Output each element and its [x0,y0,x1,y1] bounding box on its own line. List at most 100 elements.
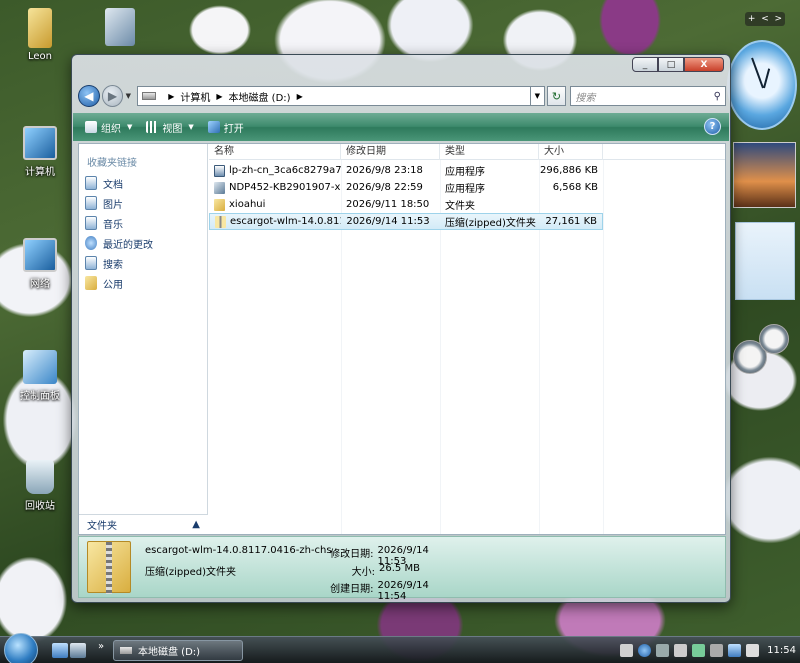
chevron-up-icon: ▲ [192,519,200,530]
switch-windows-icon[interactable] [70,643,86,658]
maximize-button[interactable]: □ [658,57,684,72]
file-name: NDP452-KB2901907-x8... [229,182,341,193]
views-icon [146,121,159,133]
open-button[interactable]: 打开 [207,120,244,135]
desktop-icon-shortcut[interactable] [92,8,148,49]
clock-gadget[interactable] [727,40,797,130]
taskbar-window-label: 本地磁盘 (D:) [138,647,201,658]
file-row[interactable]: xioahui 2026/9/11 18:50 文件夹 [209,196,603,213]
file-size: 296,886 KB [540,165,598,176]
desktop-icon-label: 网络 [30,279,50,290]
language-bar-icon[interactable] [620,644,634,657]
network-status-icon[interactable] [728,644,742,657]
desktop-icon-control-panel[interactable]: 控制面板 [12,350,68,402]
breadcrumb-local-disk[interactable]: 本地磁盘 (D:) [229,89,291,104]
views-button[interactable]: 视图 ▼ [146,120,194,135]
caption-buttons: _ □ X [632,57,724,72]
sidebar-item-label: 图片 [103,199,123,211]
taskbar: » 本地磁盘 (D:) 11:54 [0,633,800,663]
details-size-row: 大小: 26.5 MB [309,563,459,578]
column-header-size[interactable]: 大小 [539,144,603,160]
search-icon[interactable]: ⚲ [714,91,721,102]
breadcrumb-separator-icon[interactable]: ▶ [216,92,222,101]
taskbar-window-local-disk[interactable]: 本地磁盘 (D:) [113,640,243,661]
close-button[interactable]: X [684,57,724,72]
desktop-icon-user-folder[interactable]: Leon [12,8,68,62]
sidebar-item-pictures[interactable]: 图片 [85,194,123,212]
previous-gadget-button[interactable]: < [761,14,769,24]
file-size: 27,161 KB [545,216,598,227]
open-label: 打开 [223,123,244,135]
volume-icon[interactable] [746,644,760,657]
start-button[interactable] [4,633,38,663]
sidebar-item-label: 搜索 [103,259,123,271]
music-icon [85,216,97,230]
file-date: 2026/9/11 18:50 [346,199,430,210]
input-method-icon[interactable] [674,644,688,657]
search-icon [85,256,97,270]
sidebar-item-music[interactable]: 音乐 [85,214,123,232]
help-button[interactable]: ? [704,118,721,135]
breadcrumb-separator-icon[interactable]: ▶ [297,92,303,101]
navigation-bar: ◀ ▶ ▼ ▶ 计算机 ▶ 本地磁盘 (D:) ▶ ▼ ↻ 搜索 ⚲ [78,83,726,109]
sidebar-item-documents[interactable]: 文档 [85,174,123,192]
memory-dial [759,324,789,354]
settings-icon[interactable] [656,644,670,657]
add-gadget-button[interactable]: + [748,14,756,24]
sidebar-item-public[interactable]: 公用 [85,274,123,292]
recent-pages-dropdown[interactable]: ▼ [123,92,133,100]
file-name-cell: lp-zh-cn_3ca6c8279a78... [209,164,341,177]
column-header-type[interactable]: 类型 [440,144,539,160]
explorer-window[interactable]: _ □ X ◀ ▶ ▼ ▶ 计算机 ▶ 本地磁盘 (D:) ▶ ▼ ↻ 搜索 ⚲… [71,54,731,603]
search-input[interactable]: 搜索 ⚲ [570,86,726,106]
file-type: 压缩(zipped)文件夹 [444,218,536,229]
minimize-button[interactable]: _ [632,57,658,72]
file-row-selected[interactable]: escargot-wlm-14.0.811... 2026/9/14 11:53… [209,213,603,230]
tray-app-icon[interactable] [692,644,706,657]
breadcrumb-separator-icon[interactable]: ▶ [168,92,174,101]
file-type: 应用程序 [445,184,485,195]
desktop-icon-label: Leon [27,51,52,62]
sidebar-item-recent-changes[interactable]: 最近的更改 [85,234,153,252]
chevron-down-icon: ▼ [127,123,133,131]
file-row[interactable]: lp-zh-cn_3ca6c8279a78... 2026/9/8 23:18 … [209,162,603,179]
desktop-icon-recycle-bin[interactable]: 回收站 [12,460,68,512]
file-type: 文件夹 [445,201,475,212]
desktop-icon-network[interactable]: 网络 [12,238,68,290]
recent-changes-icon [85,236,97,250]
forward-button[interactable]: ▶ [101,85,124,107]
user-folder-icon [28,8,52,48]
chevron-down-icon: ▼ [188,123,194,131]
file-date: 2026/9/14 11:53 [346,216,430,227]
organize-button[interactable]: 组织 ▼ [85,120,132,135]
sidebar-item-label: 公用 [103,279,123,291]
address-dropdown[interactable]: ▼ [530,86,545,106]
sidebar-item-label: 最近的更改 [103,239,153,251]
desktop-icon-label: 回收站 [25,501,55,512]
refresh-button[interactable]: ↻ [546,86,567,106]
next-gadget-button[interactable]: > [775,14,783,24]
file-date: 2026/9/8 23:18 [346,165,423,176]
column-header-date[interactable]: 修改日期 [341,144,440,160]
tray-clock[interactable]: 11:54 [767,645,796,656]
notes-gadget[interactable] [735,222,795,300]
file-row[interactable]: NDP452-KB2901907-x8... 2026/9/8 22:59 应用… [209,179,603,196]
details-created-row: 创建日期: 2026/9/14 11:54 [309,580,459,602]
tray-utility-icon[interactable] [710,644,724,657]
folders-toggle[interactable]: 文件夹 ▲ [79,514,208,534]
gadget-controls[interactable]: + < > [745,12,785,26]
back-button[interactable]: ◀ [78,85,100,107]
address-bar[interactable]: ▶ 计算机 ▶ 本地磁盘 (D:) ▶ [137,86,531,106]
folder-icon [214,198,225,211]
quick-launch-overflow[interactable]: » [98,641,104,652]
recycle-bin-icon [26,460,54,494]
help-icon[interactable] [638,644,652,657]
slideshow-gadget[interactable] [733,142,796,208]
organize-label: 组织 [101,123,121,135]
sidebar-item-search[interactable]: 搜索 [85,254,123,272]
show-desktop-icon[interactable] [52,643,68,658]
breadcrumb-computer[interactable]: 计算机 [180,89,210,104]
cpu-meter-gadget[interactable] [733,322,793,382]
column-header-name[interactable]: 名称 [209,144,341,160]
desktop-icon-computer[interactable]: 计算机 [12,126,68,178]
